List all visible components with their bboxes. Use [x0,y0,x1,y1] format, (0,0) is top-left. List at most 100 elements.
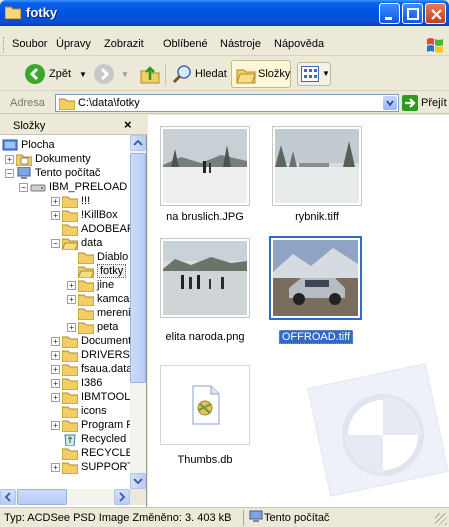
file-name-label: rybnik.tiff [295,211,339,223]
go-label[interactable]: Přejít [421,97,447,109]
close-button[interactable] [425,3,446,24]
scroll-up-button[interactable] [130,135,146,151]
address-label: Adresa [10,97,45,109]
folder-icon [78,252,94,264]
file-thumbnail-elita-naroda[interactable] [160,238,250,318]
menu-grip [3,37,6,53]
menu-oblibene[interactable]: Oblíbené [163,38,208,50]
computer-icon [249,510,263,522]
expand-toggle[interactable]: + [51,365,60,374]
search-label: Hledat [195,68,227,80]
menu-upravy[interactable]: Úpravy [56,38,91,50]
file-name-label: OFFROAD.tiff [278,330,354,344]
folder-pane-vertical-scrollbar[interactable] [130,135,146,489]
tree-item-label: mereni [97,307,130,319]
expand-toggle[interactable]: + [51,379,60,388]
scroll-thumb[interactable] [17,489,67,505]
folder-icon [62,448,78,460]
collapse-toggle[interactable]: − [5,169,14,178]
views-dropdown-icon: ▼ [322,69,330,78]
minimize-button[interactable] [379,3,400,24]
forward-arrow-icon [94,64,114,84]
tree-item-label: Dokumenty [35,153,91,165]
folder-pane-horizontal-scrollbar[interactable] [0,489,130,505]
resize-grip-icon[interactable] [435,513,447,525]
scroll-left-button[interactable] [0,489,16,505]
chevron-down-icon [133,478,143,485]
windows-logo-icon [427,38,443,53]
folder-pane-close-button[interactable]: × [124,117,132,132]
tree-item-label: !!! [81,195,91,207]
tree-item-label: SUPPORT [81,461,130,473]
search-icon [172,65,191,84]
folder-tree[interactable]: Plocha + Dokumenty − Tento počítač − IBM… [0,135,130,489]
go-arrow-icon [405,98,416,108]
expand-toggle[interactable]: + [51,393,60,402]
up-folder-button[interactable] [139,62,161,86]
folder-icon [59,98,75,110]
file-name[interactable]: rybnik.tiff [262,211,372,223]
tree-item-label: fsaua.data [81,363,130,375]
open-folder-icon [62,238,78,250]
expand-toggle[interactable]: + [67,281,76,290]
window-title: fotky [26,5,58,20]
address-input[interactable]: C:\data\fotky [55,94,399,112]
system-file-icon [192,385,220,425]
go-button[interactable] [402,95,418,111]
back-dropdown-icon[interactable]: ▼ [79,70,87,79]
file-name[interactable]: Thumbs.db [150,454,260,466]
scroll-thumb[interactable] [130,153,146,383]
expand-toggle[interactable]: + [51,197,60,206]
file-thumbnail-thumbs-db[interactable] [160,365,250,445]
scroll-down-button[interactable] [130,473,146,489]
chevron-up-icon [133,139,143,146]
file-name[interactable]: na bruslich.JPG [150,211,260,223]
expand-toggle[interactable]: + [51,211,60,220]
address-dropdown-button[interactable] [383,96,397,110]
tree-item-label: DRIVERS [81,349,130,361]
expand-toggle[interactable]: + [51,351,60,360]
back-button[interactable]: Zpět ▼ [24,62,87,86]
views-button[interactable]: ▼ [297,62,331,86]
tree-item-label: Documents [81,335,130,347]
maximize-button[interactable] [402,3,423,24]
folder-pane-header: Složky × [0,115,147,135]
tree-item-support[interactable]: SUPPORT [62,459,130,475]
file-view[interactable]: na bruslich.JPG rybnik.tiff elita naroda… [148,115,449,507]
tree-item-label: jine [97,279,115,291]
collapse-toggle[interactable]: − [51,239,60,248]
title-bar[interactable]: fotky [0,0,449,26]
menu-bar: Soubor Úpravy Zobrazit Oblíbené Nástroje… [0,34,449,56]
folders-label: Složky [258,68,291,80]
photo-preview-icon [163,129,247,203]
menu-zobrazit[interactable]: Zobrazit [104,38,144,50]
scroll-right-button[interactable] [114,489,130,505]
file-thumbnail-na-bruslich[interactable] [160,126,250,206]
expand-toggle[interactable]: + [67,295,76,304]
menu-napoveda[interactable]: Nápověda [274,38,324,50]
expand-toggle[interactable]: + [5,155,14,164]
menu-nastroje[interactable]: Nástroje [220,38,261,50]
status-bar: Typ: ACDSee PSD Image Změněno: 3. 403 kB… [0,507,449,527]
tree-item-label: Program Fil [81,419,130,431]
tree-item-label: I386 [81,377,103,389]
folders-button[interactable]: Složky [231,60,291,88]
file-name-selected[interactable]: OFFROAD.tiff [261,330,371,344]
file-thumbnail-rybnik[interactable] [272,126,362,206]
tree-item-label: ADOBEAPP [81,223,130,235]
forward-button[interactable]: ▼ [93,62,129,86]
expand-toggle[interactable]: + [67,323,76,332]
toolbar: Zpět ▼ ▼ Hledat Složky ▼ [0,57,449,91]
watermark-icon [307,363,449,497]
expand-toggle[interactable]: + [51,463,60,472]
expand-toggle[interactable]: + [51,337,60,346]
minimize-icon [385,17,392,20]
forward-dropdown-icon[interactable]: ▼ [121,70,129,79]
search-button[interactable]: Hledat [172,62,227,86]
menu-soubor[interactable]: Soubor [12,38,47,50]
expand-toggle[interactable]: + [51,421,60,430]
collapse-toggle[interactable]: − [19,183,28,192]
folder-icon [78,280,94,292]
file-name[interactable]: elita naroda.png [150,331,260,343]
file-thumbnail-offroad[interactable] [269,236,362,320]
